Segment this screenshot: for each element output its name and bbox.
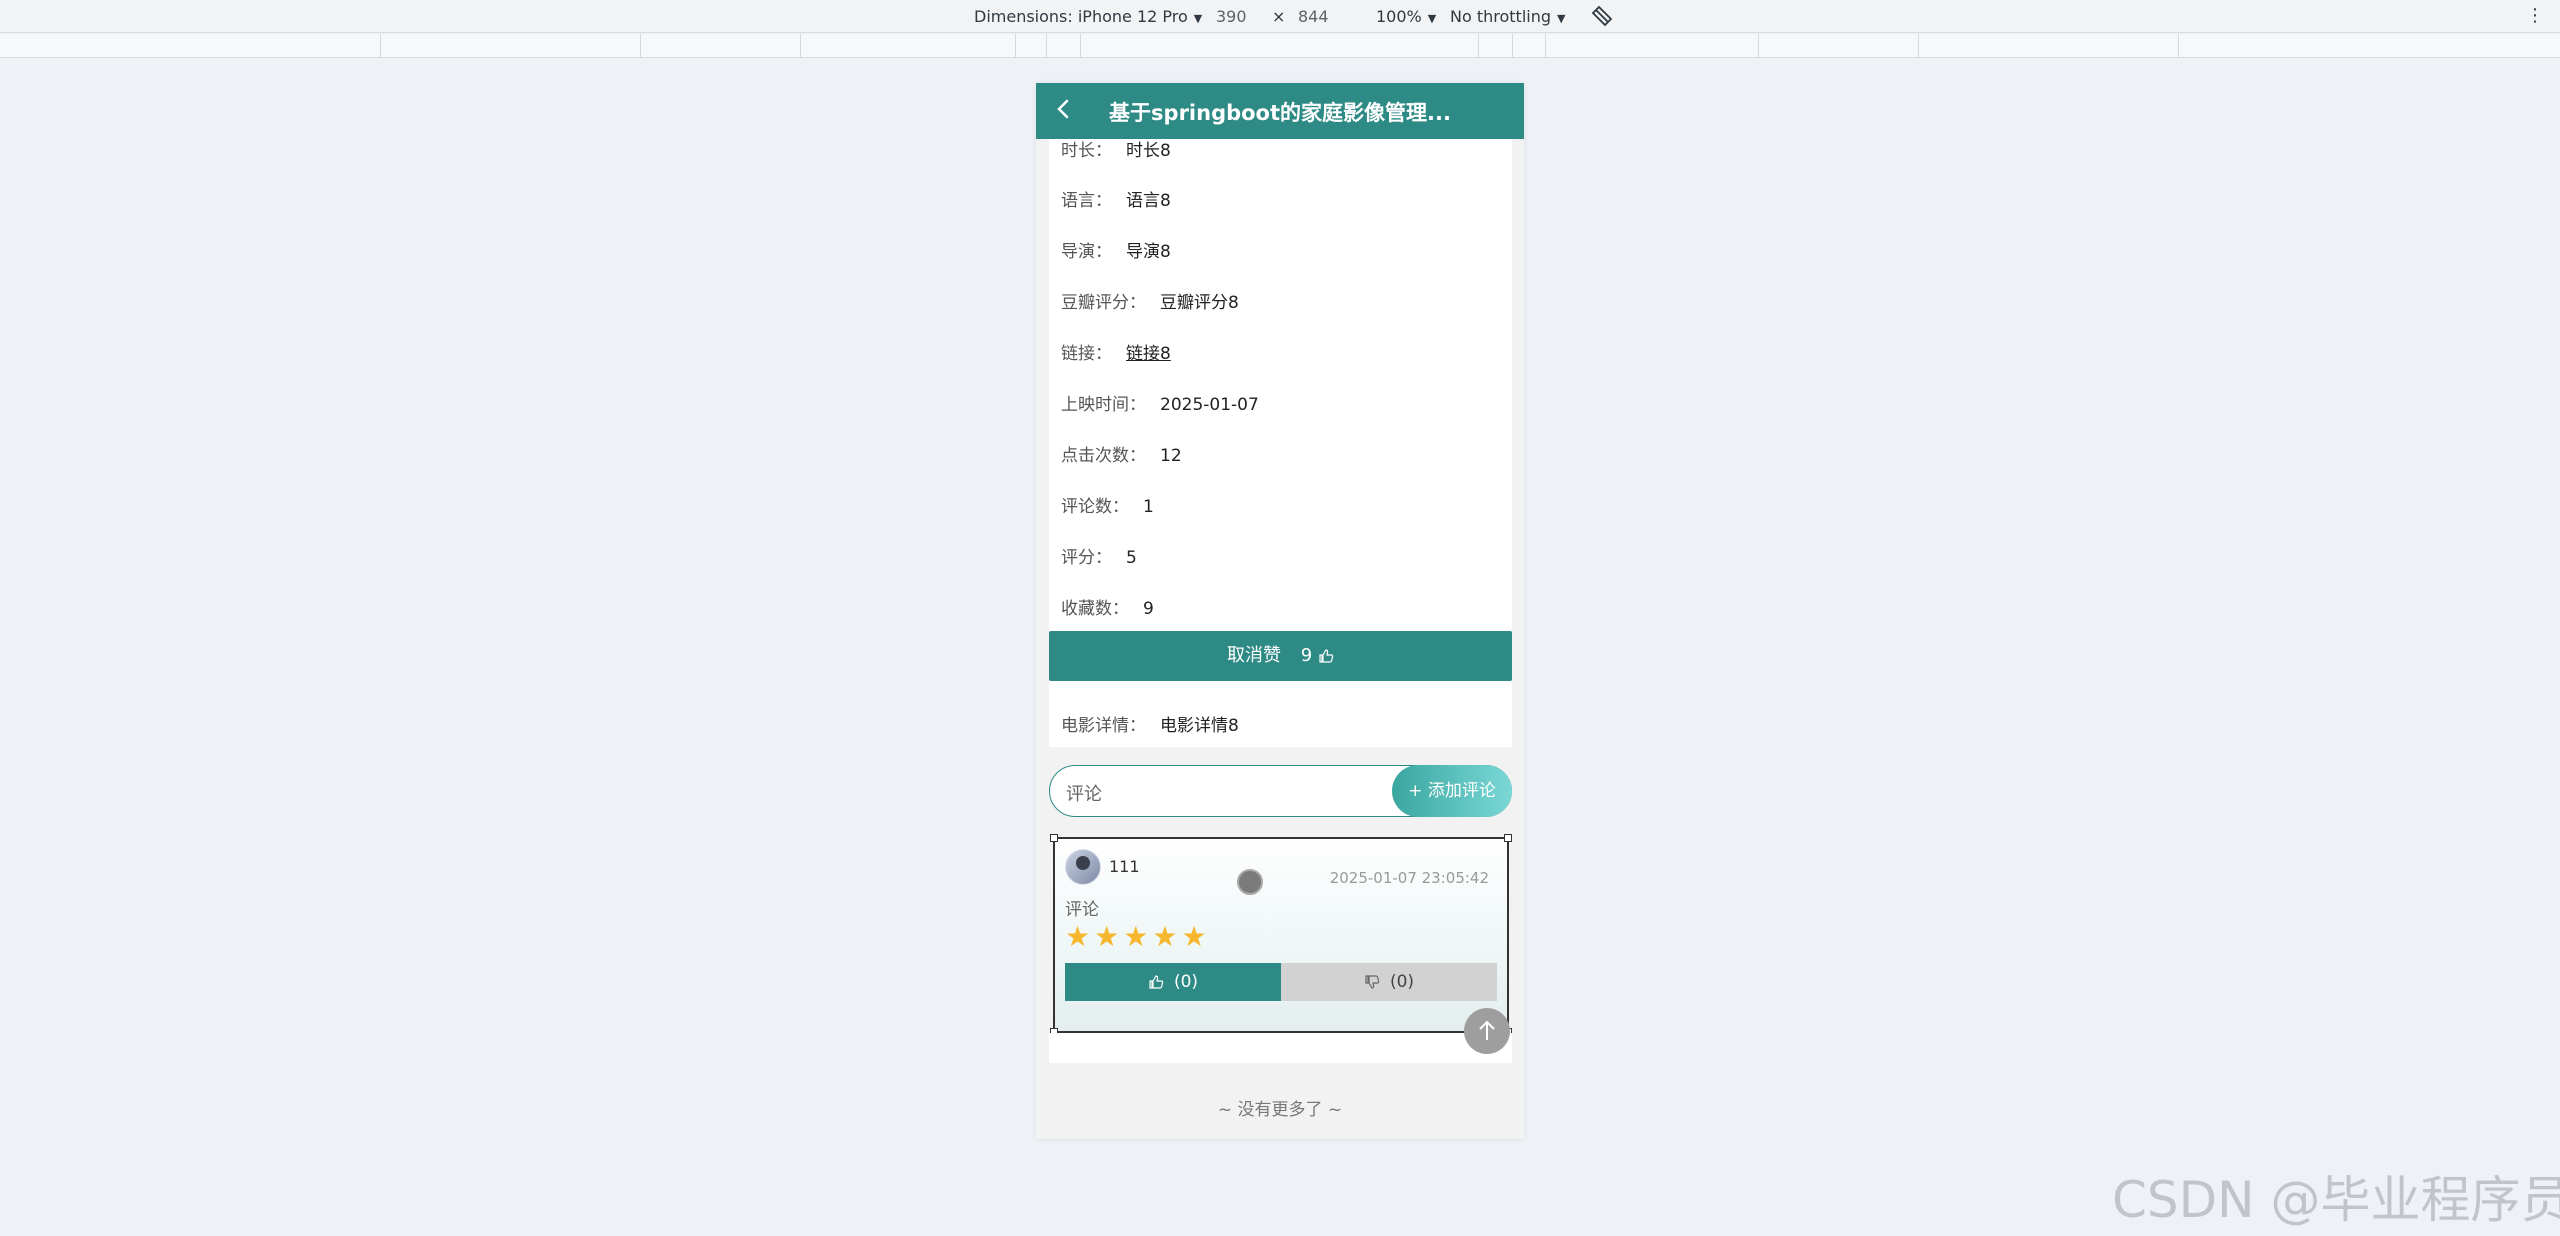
info-row-duration: 时长： 时长8 <box>1061 141 1171 161</box>
zoom-label: 100% <box>1376 7 1422 26</box>
upvote-count: (0) <box>1173 972 1199 992</box>
page-title: 基于springboot的家庭影像管理... <box>1109 101 1451 125</box>
thumbs-up-icon <box>1319 649 1334 663</box>
info-row-douban-score: 豆瓣评分： 豆瓣评分8 <box>1061 293 1239 313</box>
height-input[interactable]: 844 <box>1298 7 1329 26</box>
like-count: 9 <box>1300 645 1313 666</box>
movie-info-panel: 时长： 时长8 语言： 语言8 导演： 导演8 豆瓣评分： 豆瓣评分8 链接： 链接8 上… <box>1049 139 1512 713</box>
caret-down-icon: ▼ <box>1557 12 1566 25</box>
movie-link[interactable]: 链接8 <box>1126 344 1171 364</box>
info-row-language: 语言： 语言8 <box>1061 191 1171 211</box>
info-row-link: 链接： 链接8 <box>1061 344 1171 364</box>
info-row-favorites: 收藏数： 9 <box>1061 599 1154 619</box>
caret-down-icon: ▼ <box>1427 12 1437 25</box>
resize-handle[interactable] <box>1504 834 1512 842</box>
comment-text: 评论 <box>1065 900 1099 920</box>
throttling-dropdown[interactable]: No throttling ▼ <box>1450 7 1565 26</box>
comment-username: 111 <box>1109 857 1140 876</box>
throttling-label: No throttling <box>1450 7 1552 26</box>
movie-detail-panel: 电影详情： 电影详情8 <box>1049 697 1512 747</box>
unlike-label: 取消赞 <box>1227 645 1282 666</box>
device-dimensions-label: Dimensions: iPhone 12 Pro <box>974 7 1188 26</box>
back-arrow-icon[interactable] <box>1050 95 1078 123</box>
caret-down-icon: ▼ <box>1193 12 1203 25</box>
thumbs-up-icon <box>1149 975 1164 989</box>
resize-handle[interactable] <box>1050 834 1058 842</box>
star-icon: ★ <box>1094 920 1120 953</box>
comment-rating-stars: ★ ★ ★ ★ ★ <box>1065 923 1207 951</box>
comment-card: 111 2025-01-07 23:05:42 评论 ★ ★ ★ ★ ★ (0)… <box>1050 834 1512 1036</box>
info-row-rating: 评分： 5 <box>1061 548 1137 568</box>
upvote-button[interactable]: (0) <box>1065 963 1281 1001</box>
info-row-director: 导演： 导演8 <box>1061 242 1171 262</box>
no-more-text: ~ 没有更多了 ~ <box>1217 1100 1343 1120</box>
touch-cursor <box>1237 869 1263 895</box>
more-options-icon[interactable]: ⋮ <box>2526 5 2544 26</box>
comment-time: 2025-01-07 23:05:42 <box>1329 869 1489 887</box>
comment-input[interactable]: 评论 <box>1066 780 1102 806</box>
device-dimensions-dropdown[interactable]: Dimensions: iPhone 12 Pro ▼ <box>974 7 1202 26</box>
phone-viewport: 基于springboot的家庭影像管理... 时长： 时长8 语言： 语言8 导演：… <box>1036 83 1524 1139</box>
media-query-ruler <box>0 34 2560 58</box>
devtools-device-toolbar: Dimensions: iPhone 12 Pro ▼ 390 × 844 100… <box>0 0 2560 33</box>
arrow-up-icon <box>1479 1020 1495 1040</box>
downvote-button[interactable]: (0) <box>1281 963 1497 1001</box>
unlike-button[interactable]: 取消赞 9 <box>1049 631 1512 681</box>
info-row-detail: 电影详情： 电影详情8 <box>1061 716 1239 736</box>
app-header: 基于springboot的家庭影像管理... <box>1036 83 1524 139</box>
downvote-count: (0) <box>1389 972 1415 992</box>
thumbs-down-icon <box>1365 975 1380 989</box>
rotate-icon[interactable] <box>1590 4 1614 32</box>
comment-list-end <box>1049 1033 1512 1063</box>
info-row-clicks: 点击次数： 12 <box>1061 446 1182 466</box>
watermark: CSDN @毕业程序员 <box>2112 1171 2560 1229</box>
comment-input-bar: 评论 + 添加评论 <box>1049 765 1512 817</box>
avatar <box>1065 849 1101 885</box>
star-icon: ★ <box>1065 920 1091 953</box>
zoom-dropdown[interactable]: 100% ▼ <box>1376 7 1436 26</box>
back-to-top-button[interactable] <box>1464 1008 1510 1054</box>
star-icon: ★ <box>1123 920 1149 953</box>
star-icon: ★ <box>1181 920 1207 953</box>
times-symbol: × <box>1272 7 1286 26</box>
info-row-release-date: 上映时间： 2025-01-07 <box>1061 395 1259 415</box>
star-icon: ★ <box>1152 920 1178 953</box>
add-comment-button[interactable]: + 添加评论 <box>1392 765 1512 817</box>
info-row-comment-count: 评论数： 1 <box>1061 497 1154 517</box>
width-input[interactable]: 390 <box>1216 7 1247 26</box>
